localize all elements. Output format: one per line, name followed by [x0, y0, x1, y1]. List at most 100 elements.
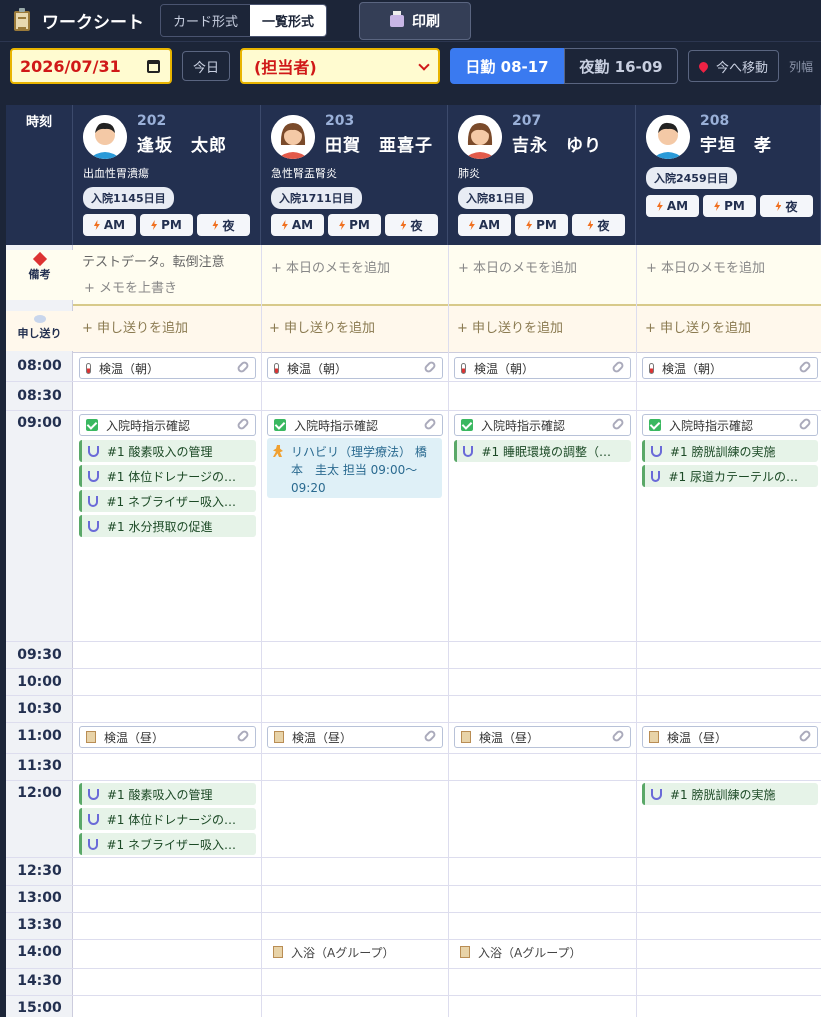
- night-button[interactable]: 夜: [385, 214, 438, 236]
- task-admit-check[interactable]: 入院時指示確認: [79, 414, 256, 436]
- checkbox-icon[interactable]: [86, 419, 98, 431]
- am-button[interactable]: AM: [83, 214, 136, 236]
- task-admit-check[interactable]: 入院時指示確認: [267, 414, 443, 436]
- link-icon[interactable]: [797, 416, 813, 432]
- calendar-icon[interactable]: [147, 60, 160, 73]
- print-button[interactable]: 印刷: [359, 1, 472, 40]
- pm-button[interactable]: PM: [328, 214, 381, 236]
- row-divider: [6, 885, 821, 886]
- lightning-icon: [656, 201, 663, 211]
- patient-header[interactable]: 208 宇垣 孝 入院2459日目 AM PM 夜: [636, 105, 821, 245]
- patient-name: 吉永 ゆり: [512, 136, 602, 156]
- link-icon[interactable]: [235, 728, 251, 744]
- shift-day-button[interactable]: 日勤 08-17: [450, 48, 565, 84]
- chevron-down-icon: [418, 59, 430, 71]
- link-icon[interactable]: [235, 359, 251, 375]
- care-plan-item[interactable]: #1 体位ドレナージの…: [79, 465, 256, 487]
- link-icon[interactable]: [422, 416, 438, 432]
- checkbox-icon[interactable]: [274, 419, 286, 431]
- memo-overwrite-button[interactable]: + メモを上書き: [84, 277, 177, 296]
- task-admit-check[interactable]: 入院時指示確認: [642, 414, 818, 436]
- am-button[interactable]: AM: [271, 214, 324, 236]
- care-plan-item[interactable]: #1 睡眠環境の調整（…: [454, 440, 631, 462]
- night-button[interactable]: 夜: [760, 195, 813, 217]
- task-temp-noon[interactable]: 検温（昼）: [454, 726, 631, 748]
- add-memo-button[interactable]: + 本日のメモを追加: [458, 257, 577, 276]
- task-temp-morning[interactable]: 検温（朝）: [79, 357, 256, 379]
- shift-night-button[interactable]: 夜勤 16-09: [564, 48, 679, 84]
- task-temp-morning[interactable]: 検温（朝）: [454, 357, 631, 379]
- time-label: 14:00: [17, 944, 62, 960]
- pencil-icon: [32, 251, 47, 267]
- link-icon[interactable]: [422, 359, 438, 375]
- memo-row-label: 備考: [6, 250, 73, 300]
- date-input[interactable]: 2026/07/31: [10, 48, 172, 84]
- speech-bubble-icon: [33, 315, 46, 323]
- pm-button[interactable]: PM: [140, 214, 193, 236]
- night-button[interactable]: 夜: [197, 214, 250, 236]
- thermometer-icon: [86, 362, 91, 374]
- column-width-label[interactable]: 列幅: [789, 58, 813, 75]
- checkbox-icon[interactable]: [649, 419, 661, 431]
- view-toggle: カード形式 一覧形式: [160, 4, 328, 37]
- checkbox-icon[interactable]: [461, 419, 473, 431]
- stethoscope-icon: [651, 470, 661, 482]
- add-handover-button[interactable]: + 申し送りを追加: [457, 317, 563, 336]
- task-admit-check[interactable]: 入院時指示確認: [454, 414, 631, 436]
- room-number: 202: [137, 113, 167, 129]
- care-plan-item[interactable]: #1 膀胱訓練の実施: [642, 783, 818, 805]
- care-plan-item[interactable]: #1 酸素吸入の管理: [79, 440, 256, 462]
- care-plan-item[interactable]: #1 ネブライザー吸入…: [79, 833, 256, 855]
- add-handover-button[interactable]: + 申し送りを追加: [645, 317, 751, 336]
- time-label: 11:30: [17, 758, 62, 774]
- link-icon[interactable]: [235, 416, 251, 432]
- care-plan-item[interactable]: #1 酸素吸入の管理: [79, 783, 256, 805]
- link-icon[interactable]: [797, 728, 813, 744]
- night-button[interactable]: 夜: [572, 214, 625, 236]
- add-memo-button[interactable]: + 本日のメモを追加: [271, 257, 390, 276]
- stethoscope-icon: [88, 838, 99, 850]
- task-temp-noon[interactable]: 検温（昼）: [642, 726, 818, 748]
- task-temp-noon[interactable]: 検温（昼）: [267, 726, 443, 748]
- task-temp-morning[interactable]: 検温（朝）: [642, 357, 818, 379]
- task-temp-morning[interactable]: 検温（朝）: [267, 357, 443, 379]
- care-plan-item[interactable]: #1 膀胱訓練の実施: [642, 440, 818, 462]
- lightning-icon: [151, 220, 158, 230]
- clipboard-icon: [14, 7, 30, 31]
- link-icon[interactable]: [422, 728, 438, 744]
- memo-text[interactable]: テストデータ。転倒注意: [82, 251, 225, 270]
- task-bath[interactable]: 入浴（Aグループ）: [454, 941, 631, 963]
- patient-header[interactable]: 203 田賀 亜喜子 急性腎盂腎炎 入院1711日目 AM PM 夜: [261, 105, 448, 245]
- lightning-icon: [93, 220, 100, 230]
- care-plan-item[interactable]: #1 ネブライザー吸入…: [79, 490, 256, 512]
- task-bath[interactable]: 入浴（Aグループ）: [267, 941, 443, 963]
- add-handover-button[interactable]: + 申し送りを追加: [269, 317, 375, 336]
- rehab-appointment[interactable]: リハビリ（理学療法） 橋本 圭太 担当 09:00～09:20: [267, 438, 442, 498]
- link-icon[interactable]: [610, 359, 626, 375]
- view-card-button[interactable]: カード形式: [161, 5, 251, 36]
- am-button[interactable]: AM: [458, 214, 511, 236]
- patient-header[interactable]: 202 逢坂 太郎 出血性胃潰瘍 入院1145日目 AM PM 夜: [73, 105, 261, 245]
- care-plan-item[interactable]: #1 尿道カテーテルの…: [642, 465, 818, 487]
- pm-button[interactable]: PM: [515, 214, 568, 236]
- clipboard-icon: [461, 731, 471, 743]
- pm-button[interactable]: PM: [703, 195, 756, 217]
- lightning-icon: [281, 220, 288, 230]
- link-icon[interactable]: [610, 416, 626, 432]
- staff-select[interactable]: (担当者): [240, 48, 441, 84]
- care-plan-item[interactable]: #1 水分摂取の促進: [79, 515, 256, 537]
- view-list-button[interactable]: 一覧形式: [250, 5, 327, 36]
- link-icon[interactable]: [797, 359, 813, 375]
- add-handover-button[interactable]: + 申し送りを追加: [82, 317, 188, 336]
- task-temp-noon[interactable]: 検温（昼）: [79, 726, 256, 748]
- column-divider: [448, 245, 449, 1017]
- patient-header[interactable]: 207 吉永 ゆり 肺炎 入院81日目 AM PM 夜: [448, 105, 636, 245]
- am-button[interactable]: AM: [646, 195, 699, 217]
- add-memo-button[interactable]: + 本日のメモを追加: [646, 257, 765, 276]
- jump-now-button[interactable]: 今へ移動: [688, 50, 780, 82]
- stethoscope-icon: [88, 813, 99, 825]
- time-label: 14:30: [17, 973, 62, 989]
- today-button[interactable]: 今日: [182, 51, 231, 81]
- link-icon[interactable]: [610, 728, 626, 744]
- care-plan-item[interactable]: #1 体位ドレナージの…: [79, 808, 256, 830]
